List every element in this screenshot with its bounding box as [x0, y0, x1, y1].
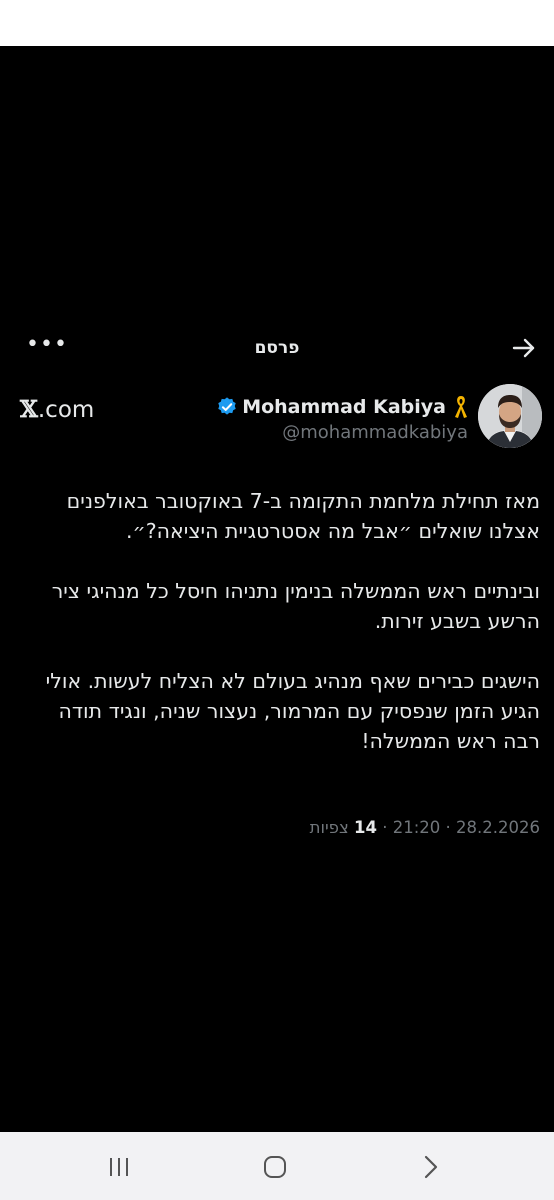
- x-logo-suffix: .com: [37, 397, 95, 423]
- tweet-paragraph-2: ובינתיים ראש הממשלה בנימין נתניהו חיסל כ…: [51, 579, 540, 633]
- page-title: פרסם: [254, 338, 300, 358]
- x-com-watermark: 𝕏.com: [20, 396, 94, 423]
- recent-apps-icon[interactable]: [104, 1154, 134, 1180]
- avatar[interactable]: [478, 384, 542, 448]
- author-display-name[interactable]: Mohammad Kabiya: [242, 396, 446, 418]
- meta-separator: ·: [382, 818, 388, 837]
- arrow-right-icon[interactable]: [508, 332, 540, 364]
- author-name-row[interactable]: Mohammad Kabiya: [216, 394, 470, 420]
- tweet-time: 21:20: [392, 818, 441, 837]
- tweet-paragraph-1: מאז תחילת מלחמת התקומה ב-7 באוקטובר באול…: [66, 489, 540, 543]
- views-count[interactable]: 14: [354, 818, 377, 837]
- tweet-paragraph-3: הישגים כבירים שאף מנהיג בעולם לא הצליח ל…: [45, 669, 540, 753]
- status-area: [0, 0, 554, 46]
- x-logo: 𝕏: [20, 396, 38, 423]
- views-label[interactable]: צפיות: [310, 818, 349, 837]
- top-app-bar: ••• פרסם: [0, 326, 554, 372]
- tweet-date: 28.2.2026: [456, 818, 540, 837]
- author-handle[interactable]: @mohammadkabiya: [282, 422, 468, 443]
- back-icon[interactable]: [416, 1154, 446, 1180]
- verified-badge-icon: [218, 397, 236, 415]
- tweet-meta: 28.2.2026 · 21:20 · 14 צפיות: [310, 818, 540, 837]
- post-header: 𝕏.com Mohammad Kabiya @mohammadkabiya: [0, 382, 554, 462]
- meta-separator: ·: [445, 818, 451, 837]
- yellow-ribbon-icon: [455, 396, 467, 418]
- tweet-text: מאז תחילת מלחמת התקומה ב-7 באוקטובר באול…: [16, 486, 540, 756]
- system-navigation-bar: [0, 1132, 554, 1200]
- home-icon[interactable]: [260, 1154, 290, 1180]
